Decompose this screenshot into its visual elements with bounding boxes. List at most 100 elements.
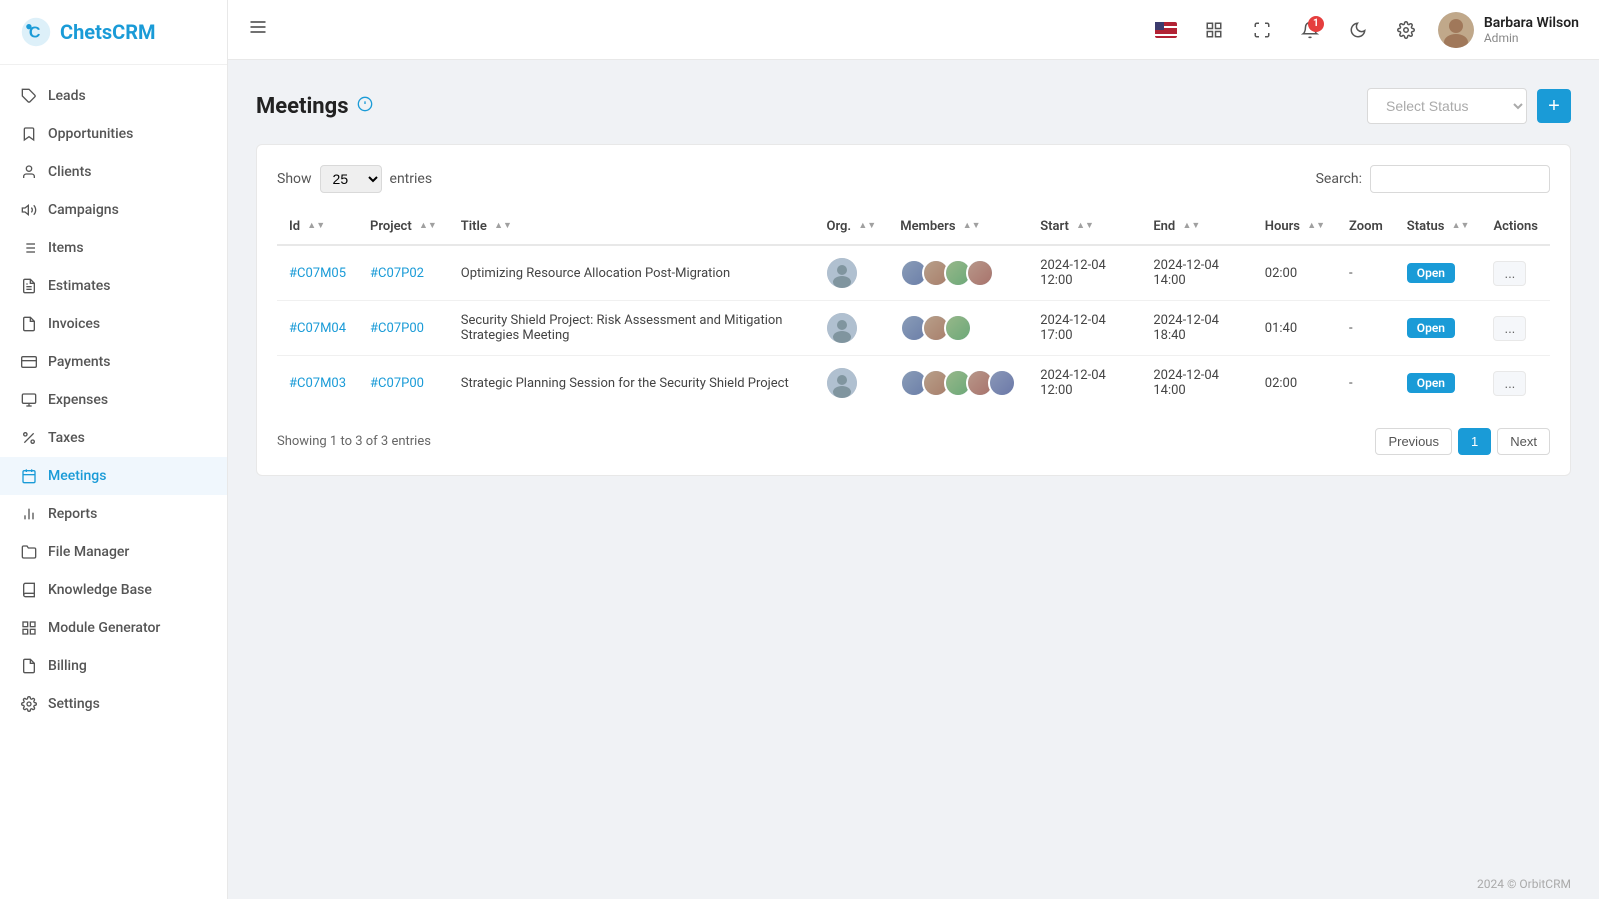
table-card: Show 25 10 50 100 entries Search:: [256, 144, 1571, 476]
status-select[interactable]: Select Status Open Closed: [1367, 88, 1527, 124]
col-title[interactable]: Title ▲▼: [449, 209, 815, 245]
calendar-icon: [20, 467, 38, 485]
notifications-icon[interactable]: 1: [1294, 14, 1326, 46]
entries-per-page-select[interactable]: 25 10 50 100: [320, 165, 382, 193]
sidebar-item-billing[interactable]: Billing: [0, 647, 227, 685]
sidebar-item-settings-label: Settings: [48, 696, 100, 712]
row-members-1: [888, 245, 1028, 301]
entries-label: entries: [390, 171, 433, 187]
show-label: Show: [277, 171, 312, 187]
project-link-3[interactable]: #C07P00: [370, 376, 424, 391]
row-status-1: Open: [1395, 245, 1482, 301]
sidebar-item-payments[interactable]: Payments: [0, 343, 227, 381]
sort-end-icon: ▲▼: [1183, 222, 1201, 231]
row-status-2: Open: [1395, 301, 1482, 356]
next-button[interactable]: Next: [1497, 428, 1550, 455]
sidebar-item-expenses[interactable]: Expenses: [0, 381, 227, 419]
sidebar-item-campaigns[interactable]: Campaigns: [0, 191, 227, 229]
apps-icon[interactable]: [1198, 14, 1230, 46]
estimates-icon: [20, 277, 38, 295]
add-meeting-button[interactable]: +: [1537, 89, 1571, 123]
page-1-button[interactable]: 1: [1458, 428, 1491, 455]
expenses-icon: [20, 391, 38, 409]
meeting-id-link-1[interactable]: #C07M05: [289, 266, 346, 281]
sort-project-icon: ▲▼: [419, 222, 437, 231]
list-icon: [20, 239, 38, 257]
fullscreen-icon[interactable]: [1246, 14, 1278, 46]
row-id-1: #C07M05: [277, 245, 358, 301]
row-title-3: Strategic Planning Session for the Secur…: [449, 356, 815, 411]
sidebar-item-module-generator-label: Module Generator: [48, 620, 160, 636]
dark-mode-icon[interactable]: [1342, 14, 1374, 46]
megaphone-icon: [20, 201, 38, 219]
page-title-row: Meetings: [256, 94, 373, 119]
row-members-2: [888, 301, 1028, 356]
settings-topbar-icon[interactable]: [1390, 14, 1422, 46]
sidebar-item-meetings[interactable]: Meetings: [0, 457, 227, 495]
sidebar-item-taxes[interactable]: Taxes: [0, 419, 227, 457]
hamburger-button[interactable]: [248, 17, 268, 42]
row-status-3: Open: [1395, 356, 1482, 411]
previous-button[interactable]: Previous: [1375, 428, 1452, 455]
action-button-3[interactable]: ...: [1493, 371, 1526, 396]
action-button-2[interactable]: ...: [1493, 316, 1526, 341]
sidebar-item-clients[interactable]: Clients: [0, 153, 227, 191]
bookmark-icon: [20, 125, 38, 143]
col-project[interactable]: Project ▲▼: [358, 209, 449, 245]
sidebar-item-leads-label: Leads: [48, 88, 86, 104]
row-start-3: 2024-12-04 12:00: [1028, 356, 1141, 411]
action-button-1[interactable]: ...: [1493, 261, 1526, 286]
page-header-actions: Select Status Open Closed +: [1367, 88, 1571, 124]
sidebar-item-file-manager[interactable]: File Manager: [0, 533, 227, 571]
project-link-1[interactable]: #C07P02: [370, 266, 424, 281]
sidebar-item-estimates[interactable]: Estimates: [0, 267, 227, 305]
sidebar-item-items[interactable]: Items: [0, 229, 227, 267]
sidebar-item-meetings-label: Meetings: [48, 468, 106, 484]
row-start-1: 2024-12-04 12:00: [1028, 245, 1141, 301]
sidebar-item-settings[interactable]: Settings: [0, 685, 227, 723]
meeting-id-link-2[interactable]: #C07M04: [289, 321, 346, 336]
row-zoom-3: -: [1337, 356, 1395, 411]
sidebar-item-reports-label: Reports: [48, 506, 97, 522]
col-members[interactable]: Members ▲▼: [888, 209, 1028, 245]
info-icon[interactable]: [357, 96, 373, 116]
col-org[interactable]: Org. ▲▼: [815, 209, 889, 245]
row-zoom-2: -: [1337, 301, 1395, 356]
col-id[interactable]: Id ▲▼: [277, 209, 358, 245]
sidebar-item-opportunities-label: Opportunities: [48, 126, 133, 142]
sidebar-item-reports[interactable]: Reports: [0, 495, 227, 533]
app-name: ChetsCRM: [60, 20, 156, 44]
col-zoom: Zoom: [1337, 209, 1395, 245]
meeting-id-link-3[interactable]: #C07M03: [289, 376, 346, 391]
project-link-2[interactable]: #C07P00: [370, 321, 424, 336]
sidebar-item-knowledge-base[interactable]: Knowledge Base: [0, 571, 227, 609]
row-project-1: #C07P02: [358, 245, 449, 301]
row-title-2: Security Shield Project: Risk Assessment…: [449, 301, 815, 356]
sidebar-item-module-generator[interactable]: Module Generator: [0, 609, 227, 647]
sidebar: C ChetsCRM Leads Opportunities Clients: [0, 0, 228, 899]
col-hours[interactable]: Hours ▲▼: [1253, 209, 1337, 245]
sidebar-item-leads[interactable]: Leads: [0, 77, 227, 115]
col-end[interactable]: End ▲▼: [1141, 209, 1252, 245]
sidebar-nav: Leads Opportunities Clients Campaigns It: [0, 65, 227, 899]
row-actions-3: ...: [1481, 356, 1550, 411]
sidebar-logo: C ChetsCRM: [0, 0, 227, 65]
row-org-2: [815, 301, 889, 356]
flag-icon[interactable]: [1150, 14, 1182, 46]
row-title-1: Optimizing Resource Allocation Post-Migr…: [449, 245, 815, 301]
sidebar-item-opportunities[interactable]: Opportunities: [0, 115, 227, 153]
user-profile[interactable]: Barbara Wilson Admin: [1438, 12, 1579, 48]
logo-icon: C: [20, 16, 52, 48]
row-hours-2: 01:40: [1253, 301, 1337, 356]
search-input[interactable]: [1370, 165, 1550, 193]
footer-text: 2024 © OrbitCRM: [1477, 877, 1571, 891]
sidebar-item-invoices-label: Invoices: [48, 316, 100, 332]
avatar: [1438, 12, 1474, 48]
col-status[interactable]: Status ▲▼: [1395, 209, 1482, 245]
sidebar-item-clients-label: Clients: [48, 164, 91, 180]
row-actions-2: ...: [1481, 301, 1550, 356]
sidebar-item-invoices[interactable]: Invoices: [0, 305, 227, 343]
col-start[interactable]: Start ▲▼: [1028, 209, 1141, 245]
footer-copy: 2024 © OrbitCRM: [228, 865, 1599, 899]
table-row: #C07M05 #C07P02 Optimizing Resource Allo…: [277, 245, 1550, 301]
